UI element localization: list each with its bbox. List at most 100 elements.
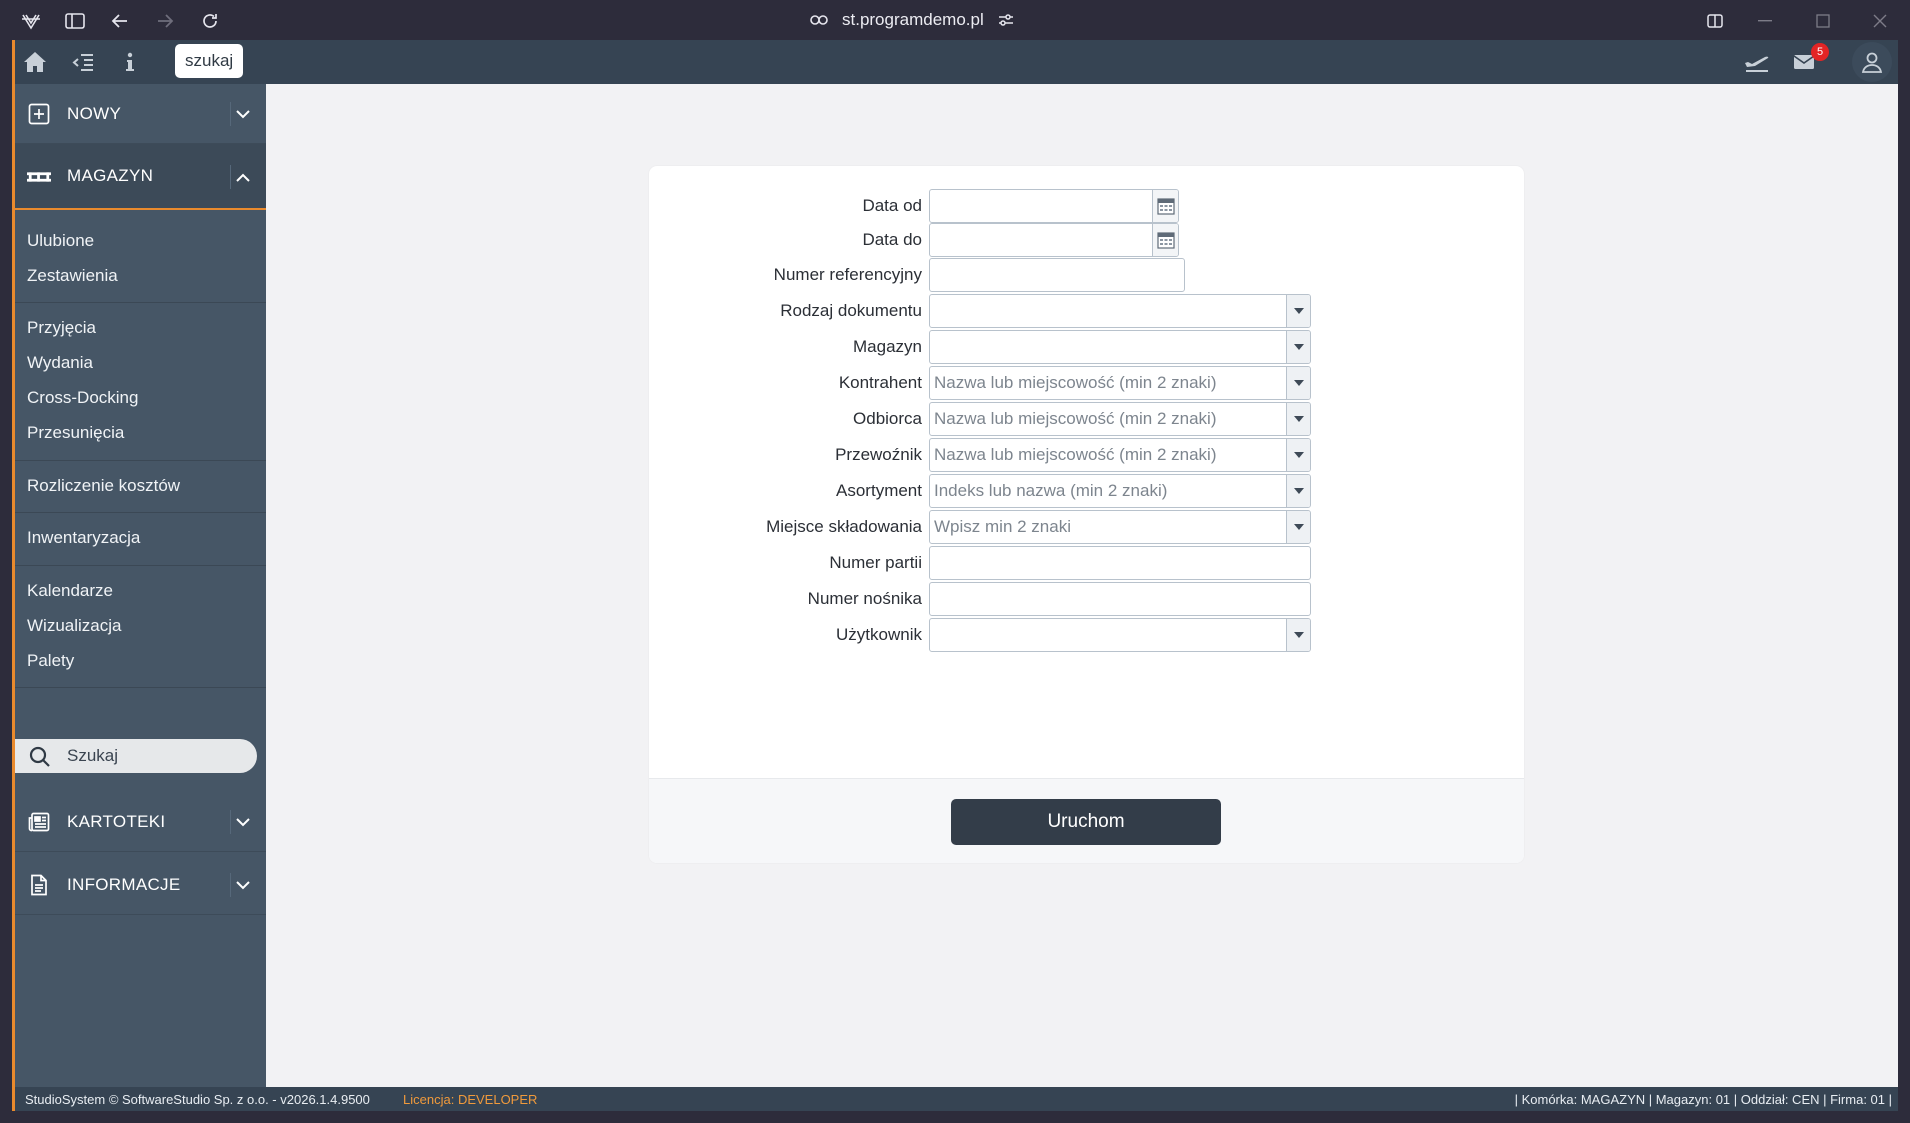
chevron-down-icon[interactable] (230, 810, 254, 834)
link-icon (810, 14, 828, 26)
field-label: Przewoźnik (835, 445, 922, 464)
field-label: Użytkownik (836, 625, 922, 644)
sidebar-section-kartoteki[interactable]: KARTOTEKI (15, 792, 266, 852)
dropdown-arrow-icon[interactable] (1286, 331, 1310, 363)
back-icon[interactable] (107, 8, 133, 34)
license-label: Licencja: (403, 1092, 455, 1107)
license-info: Licencja: DEVELOPER (403, 1092, 537, 1107)
sidebar-toggle-icon[interactable] (62, 8, 88, 34)
close-icon[interactable] (1867, 8, 1893, 34)
field-label: Numer partii (829, 553, 922, 572)
split-view-icon[interactable] (1702, 8, 1728, 34)
home-icon[interactable] (19, 46, 51, 78)
sidebar-item-przesuniecia[interactable]: Przesunięcia (27, 423, 124, 443)
sidebar-item-ulubione[interactable]: Ulubione (27, 231, 94, 251)
calendar-icon[interactable] (1152, 190, 1178, 222)
dropdown-arrow-icon[interactable] (1286, 403, 1310, 435)
numer-partii-input[interactable] (929, 546, 1311, 580)
dropdown-arrow-icon[interactable] (1286, 439, 1310, 471)
collapse-menu-icon[interactable] (67, 46, 99, 78)
uzytkownik-select[interactable] (929, 618, 1311, 652)
field-label: Kontrahent (838, 373, 922, 392)
field-placeholder: Nazwa lub miejscowość (min 2 znaki) (934, 445, 1217, 464)
data-do-date-input[interactable] (929, 223, 1179, 257)
form-row-uzytkownik: Użytkownik (649, 618, 1524, 652)
field-label: Odbiorca (853, 409, 922, 428)
numer-nosnika-input[interactable] (929, 582, 1311, 616)
document-icon (27, 873, 51, 897)
sidebar-item-cross-docking[interactable]: Cross-Docking (27, 388, 138, 408)
chevron-up-icon[interactable] (230, 165, 254, 189)
asortyment-select[interactable]: Indeks lub nazwa (min 2 znaki) (929, 474, 1311, 508)
chevron-down-icon[interactable] (230, 873, 254, 897)
mail-icon[interactable]: 5 (1788, 43, 1829, 78)
sidebar-item-palety[interactable]: Palety (27, 651, 74, 671)
sidebar-item-wydania[interactable]: Wydania (27, 353, 93, 373)
field-label: Magazyn (853, 337, 922, 356)
kontrahent-select[interactable]: Nazwa lub miejscowość (min 2 znaki) (929, 366, 1311, 400)
reload-icon[interactable] (197, 8, 223, 34)
dropdown-arrow-icon[interactable] (1286, 619, 1310, 651)
section-label: MAGAZYN (67, 166, 154, 185)
sidebar-search[interactable]: Szukaj (15, 739, 257, 773)
chevron-down-icon[interactable] (230, 102, 254, 126)
form-row-data-od: Data od (649, 189, 1524, 223)
pallet-icon (27, 165, 51, 189)
data-od-date-input[interactable] (929, 189, 1179, 223)
miejsce-skladowania-select[interactable]: Wpisz min 2 znaki (929, 510, 1311, 544)
form-row-numer-referencyjny: Numer referencyjny (649, 258, 1524, 292)
sidebar-item-zestawienia[interactable]: Zestawienia (27, 266, 118, 286)
report-filter-form: Data od Data do Numer referencyjny Rodzaj d… (649, 166, 1524, 863)
minimize-icon[interactable] (1752, 8, 1778, 34)
app-topbar: szukaj 5 (15, 40, 1898, 84)
przewoznik-select[interactable]: Nazwa lub miejscowość (min 2 znaki) (929, 438, 1311, 472)
sidebar-item-inwentaryzacja[interactable]: Inwentaryzacja (27, 528, 140, 548)
maximize-icon[interactable] (1810, 8, 1836, 34)
field-label: Numer nośnika (807, 589, 922, 608)
numer-referencyjny-input[interactable] (929, 258, 1185, 292)
form-row-kontrahent: Kontrahent Nazwa lub miejscowość (min 2 z… (649, 366, 1524, 400)
field-label: Miejsce składowania (766, 517, 922, 536)
form-row-numer-nosnika: Numer nośnika (649, 582, 1524, 616)
sidebar-search-label: Szukaj (67, 746, 119, 765)
sidebar-item-rozliczenie-kosztow[interactable]: Rozliczenie kosztów (27, 476, 180, 496)
sidebar-item-wizualizacja[interactable]: Wizualizacja (27, 616, 121, 636)
status-bar: StudioSystem © SoftwareStudio Sp. z o.o.… (15, 1087, 1898, 1111)
url-text[interactable]: st.programdemo.pl (842, 10, 984, 30)
sidebar: NOWY MAGAZYN Ulubione Zestawienia Przyję… (15, 84, 266, 1087)
field-placeholder: Wpisz min 2 znaki (934, 517, 1071, 536)
user-avatar-icon[interactable] (1852, 42, 1892, 82)
dropdown-arrow-icon[interactable] (1286, 295, 1310, 327)
form-row-asortyment: Asortyment Indeks lub nazwa (min 2 znaki) (649, 474, 1524, 508)
divider (15, 512, 266, 513)
field-placeholder: Indeks lub nazwa (min 2 znaki) (934, 481, 1168, 500)
field-label: Rodzaj dokumentu (780, 301, 922, 320)
section-label: KARTOTEKI (67, 811, 166, 831)
divider (15, 302, 266, 303)
dropdown-arrow-icon[interactable] (1286, 475, 1310, 507)
dropdown-arrow-icon[interactable] (1286, 511, 1310, 543)
dropdown-arrow-icon[interactable] (1286, 367, 1310, 399)
newspaper-icon (27, 810, 51, 834)
divider (15, 460, 266, 461)
mail-count-badge: 5 (1811, 43, 1829, 61)
address-bar[interactable]: st.programdemo.pl (810, 8, 1014, 32)
plane-icon[interactable] (1741, 46, 1773, 78)
site-settings-icon[interactable] (998, 13, 1014, 27)
magazyn-select[interactable] (929, 330, 1311, 364)
browser-logo-icon[interactable] (18, 8, 44, 34)
sidebar-section-informacje[interactable]: INFORMACJE (15, 855, 266, 915)
form-row-numer-partii: Numer partii (649, 546, 1524, 580)
sidebar-item-kalendarze[interactable]: Kalendarze (27, 581, 113, 601)
calendar-icon[interactable] (1152, 224, 1178, 256)
form-row-data-do: Data do (649, 223, 1524, 257)
sidebar-item-przyjecia[interactable]: Przyjęcia (27, 318, 96, 338)
sidebar-section-nowy[interactable]: NOWY (15, 84, 266, 144)
odbiorca-select[interactable]: Nazwa lub miejscowość (min 2 znaki) (929, 402, 1311, 436)
sidebar-section-magazyn[interactable]: MAGAZYN (15, 144, 266, 210)
forward-icon[interactable] (152, 8, 178, 34)
run-button[interactable]: Uruchom (951, 799, 1221, 845)
info-icon[interactable] (114, 46, 146, 78)
rodzaj-dokumentu-select[interactable] (929, 294, 1311, 328)
search-button[interactable]: szukaj (175, 44, 244, 78)
